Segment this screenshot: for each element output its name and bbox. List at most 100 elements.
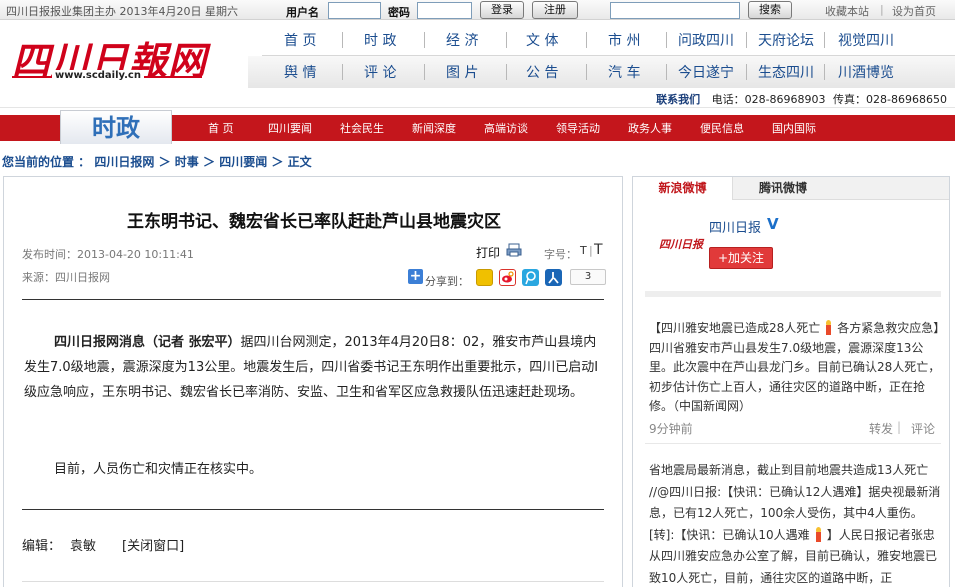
account-avatar[interactable]: 四川日报 <box>657 221 705 269</box>
nav-item[interactable]: 问政四川 <box>678 30 734 50</box>
search-button[interactable]: 搜索 <box>748 1 792 19</box>
channel-nav-item[interactable]: 高端访谈 <box>484 120 528 136</box>
article-divider-top <box>22 299 604 300</box>
article-paragraph-2: 目前，人员伤亡和灾情正在核实中。 <box>54 462 263 477</box>
renren-share-icon[interactable] <box>545 269 562 286</box>
article-divider-bottom <box>22 509 604 510</box>
contact-us-link[interactable]: 联系我们 <box>656 93 700 106</box>
nav-divider <box>746 32 747 48</box>
channel-nav-item[interactable]: 领导活动 <box>556 120 600 136</box>
breadcrumb-item: 正文 <box>287 155 312 169</box>
post-text-part: 【四川雅安地震已造成28人死亡 <box>649 321 821 335</box>
article-footer-line <box>22 581 604 582</box>
publish-time: 发布时间：2013-04-20 10:11:41 <box>22 248 194 261</box>
nav-item[interactable]: 评 论 <box>364 62 396 82</box>
breadcrumb-separator: ＞ <box>271 155 284 169</box>
nav-divider <box>506 32 507 48</box>
nav-item[interactable]: 川酒博览 <box>838 62 894 82</box>
nav-item[interactable]: 视觉四川 <box>838 30 894 50</box>
tab-tencent-weibo[interactable]: 腾讯微博 <box>733 177 833 200</box>
article-source: 来源：四川日报网 <box>22 271 110 284</box>
contact-bar: 联系我们 电话：028-86968903 传真：028-86968650 <box>0 88 955 108</box>
nav-divider <box>824 32 825 48</box>
follow-button[interactable]: +加关注 <box>709 247 773 269</box>
channel-nav-item[interactable]: 便民信息 <box>700 120 744 136</box>
action-divider: | <box>897 420 902 434</box>
nav-item[interactable]: 今日遂宁 <box>678 62 734 82</box>
username-input[interactable] <box>328 2 381 19</box>
printer-icon[interactable] <box>506 243 522 260</box>
nav-item[interactable]: 文 体 <box>526 30 558 50</box>
nav-divider <box>424 32 425 48</box>
set-homepage-link[interactable]: 设为首页 <box>892 3 936 19</box>
top-bar: 四川日报报业集团主办 2013年4月20日 星期六 用户名 密码 登录 注册 搜… <box>0 0 955 20</box>
post-time[interactable]: 9分钟前 <box>649 420 693 437</box>
weibo-widget: 新浪微博 腾讯微博 四川日报 四川日报 V +加关注 【四川雅安地震已造成28人… <box>632 176 950 587</box>
font-large-button[interactable]: T <box>594 242 603 258</box>
main-nav-primary: 首 页 时 政 经 济 文 体 市 州 问政四川 天府论坛 视觉四川 <box>262 24 955 56</box>
candle-icon <box>822 320 835 335</box>
main-nav-secondary: 舆 情 评 论 图 片 公 告 汽 车 今日遂宁 生态四川 川酒博览 <box>248 56 955 88</box>
password-input[interactable] <box>417 2 472 19</box>
breadcrumb-label: 您当前的位置 ： <box>2 155 91 169</box>
channel-nav-item[interactable]: 首 页 <box>208 120 234 136</box>
qzone-share-icon[interactable] <box>476 269 493 286</box>
nav-item[interactable]: 汽 车 <box>608 62 640 82</box>
share-plus-icon[interactable]: + <box>408 269 423 284</box>
breadcrumb-separator: ＞ <box>158 155 171 169</box>
weibo-post: 【四川雅安地震已造成28人死亡 各方紧急救灾应急】四川省雅安市芦山县发生7.0级地… <box>649 319 941 417</box>
nav-item[interactable]: 时 政 <box>364 30 396 50</box>
weibo-share-icon[interactable] <box>499 269 516 286</box>
channel-title: 时政 <box>60 110 172 144</box>
username-label: 用户名 <box>286 6 319 19</box>
channel-nav-item[interactable]: 国内国际 <box>772 120 816 136</box>
topbar-divider: | <box>880 3 884 16</box>
nav-item[interactable]: 图 片 <box>446 62 478 82</box>
close-window-link[interactable]: [关闭窗口] <box>122 535 184 554</box>
channel-nav-item[interactable]: 社会民生 <box>340 120 384 136</box>
breadcrumb-item[interactable]: 四川日报网 <box>94 155 154 169</box>
weibo-tabs: 新浪微博 腾讯微博 <box>633 177 949 200</box>
nav-divider <box>824 64 825 80</box>
breadcrumb-separator: ＞ <box>202 155 215 169</box>
nav-divider <box>746 64 747 80</box>
editor-name: 袁敏 <box>70 539 97 554</box>
login-button[interactable]: 登录 <box>480 1 524 19</box>
fax-label: 传真： <box>833 93 867 106</box>
weibo-post: 省地震局最新消息，截止到目前地震共造成13人死亡 //@四川日报:【快讯：已确认… <box>649 460 941 587</box>
font-size-label: 字号： <box>544 248 577 261</box>
font-small-button[interactable]: T <box>580 244 587 257</box>
nav-divider <box>666 64 667 80</box>
register-button[interactable]: 注册 <box>532 1 578 19</box>
nav-item[interactable]: 首 页 <box>284 30 316 50</box>
nav-divider <box>586 32 587 48</box>
nav-item[interactable]: 经 济 <box>446 30 478 50</box>
channel-nav-item[interactable]: 政务人事 <box>628 120 672 136</box>
article-panel: 王东明书记、魏宏省长已率队赶赴芦山县地震灾区 发布时间：2013-04-20 1… <box>3 176 623 587</box>
article-lead: 四川日报网消息（记者 张宏平） <box>54 335 241 350</box>
repost-link[interactable]: 转发 <box>869 420 893 437</box>
phone-label: 电话： <box>711 93 745 106</box>
widget-divider <box>645 291 941 297</box>
site-search-input[interactable] <box>610 2 740 19</box>
nav-item[interactable]: 天府论坛 <box>758 30 814 50</box>
print-link[interactable]: 打印 <box>476 244 500 261</box>
verified-icon: V <box>767 215 779 233</box>
nav-divider <box>506 64 507 80</box>
comment-link[interactable]: 评论 <box>911 420 935 437</box>
add-favorite-link[interactable]: 收藏本站 <box>825 3 869 19</box>
nav-item[interactable]: 公 告 <box>526 62 558 82</box>
tab-sina-weibo[interactable]: 新浪微博 <box>633 177 733 200</box>
site-info: 四川日报报业集团主办 2013年4月20日 星期六 <box>6 5 238 18</box>
tencent-weibo-share-icon[interactable] <box>522 269 539 286</box>
breadcrumb-item[interactable]: 四川要闻 <box>219 155 267 169</box>
channel-nav-item[interactable]: 四川要闻 <box>268 120 312 136</box>
nav-item[interactable]: 舆 情 <box>284 62 316 82</box>
nav-item[interactable]: 市 州 <box>608 30 640 50</box>
account-name[interactable]: 四川日报 <box>709 217 761 236</box>
breadcrumb-item[interactable]: 时事 <box>175 155 199 169</box>
channel-nav-item[interactable]: 新闻深度 <box>412 120 456 136</box>
article-paragraph: 四川日报网消息（记者 张宏平）据四川台网测定，2013年4月20日8：02，雅安… <box>24 330 604 405</box>
editor-label: 编辑： <box>22 539 62 554</box>
nav-item[interactable]: 生态四川 <box>758 62 814 82</box>
